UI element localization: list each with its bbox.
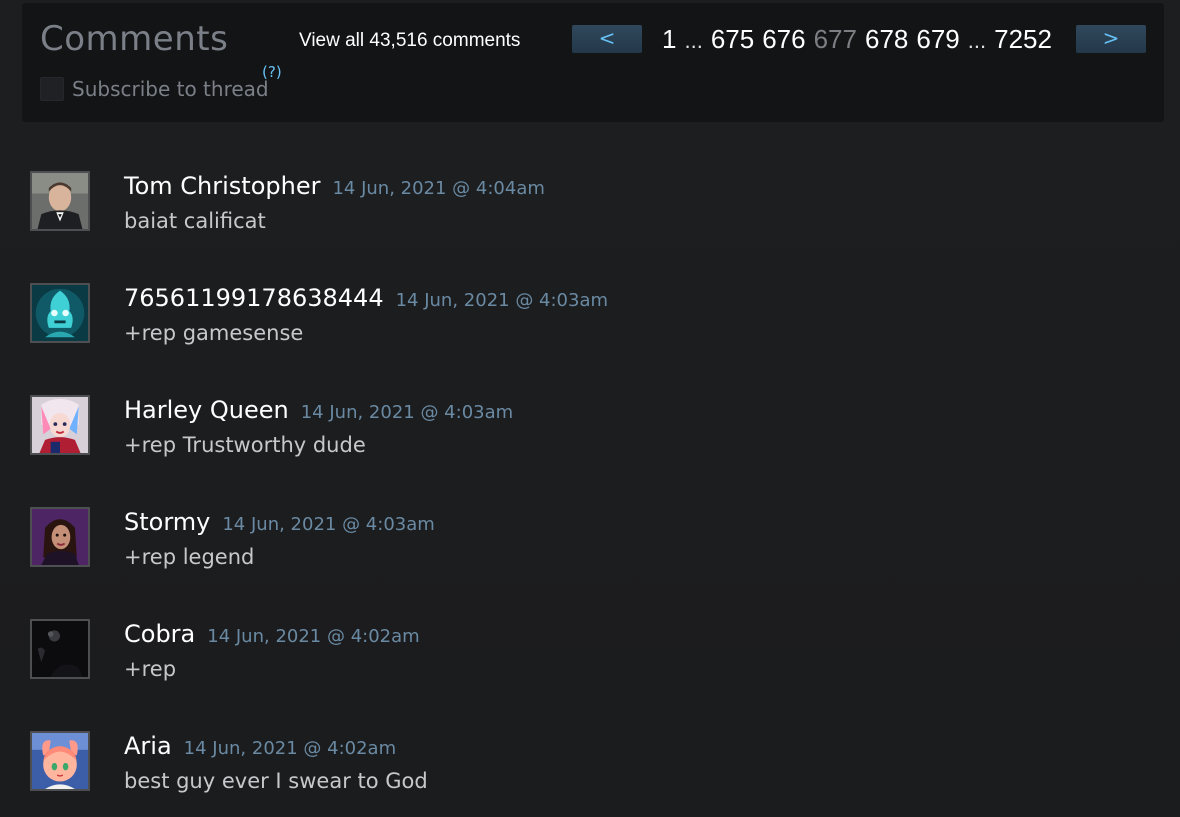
comment-text: +rep legend bbox=[124, 545, 255, 569]
avatar-image bbox=[32, 173, 88, 229]
comment-item: 76561199178638444 14 Jun, 2021 @ 4:03am +… bbox=[30, 283, 1130, 353]
anime-girl-avatar[interactable] bbox=[30, 731, 90, 791]
author-name[interactable]: Stormy bbox=[124, 508, 210, 536]
comment-timestamp: 14 Jun, 2021 @ 4:03am bbox=[395, 290, 609, 311]
comment-author[interactable]: Tom Christopher 14 Jun, 2021 @ 4:04am bbox=[124, 171, 545, 204]
author-name[interactable]: Aria bbox=[124, 732, 172, 760]
current-page: 677 bbox=[813, 24, 857, 54]
avatar-image bbox=[32, 509, 88, 565]
author-name[interactable]: Cobra bbox=[124, 620, 195, 648]
page-ellipsis: ... bbox=[967, 28, 987, 53]
comment-author[interactable]: Cobra 14 Jun, 2021 @ 4:02am bbox=[124, 619, 420, 652]
page-link-676[interactable]: 676 bbox=[762, 23, 805, 55]
subscribe-toggle[interactable]: Subscribe to thread bbox=[40, 77, 269, 101]
subscribe-label: Subscribe to thread bbox=[72, 77, 269, 101]
comment-author[interactable]: 76561199178638444 14 Jun, 2021 @ 4:03am bbox=[124, 283, 608, 316]
cyan-robot-avatar[interactable] bbox=[30, 283, 90, 343]
comment-timestamp: 14 Jun, 2021 @ 4:03am bbox=[300, 402, 514, 423]
chevron-left-icon: < bbox=[598, 26, 616, 50]
pagination: 1 ... 675 676 677 678 679 ... 7252 bbox=[662, 23, 1060, 55]
page-link-1[interactable]: 1 bbox=[662, 23, 676, 55]
page-link-675[interactable]: 675 bbox=[711, 23, 754, 55]
comment-author[interactable]: Harley Queen 14 Jun, 2021 @ 4:03am bbox=[124, 395, 513, 428]
page-link-679[interactable]: 679 bbox=[916, 23, 959, 55]
harley-quinn-avatar[interactable] bbox=[30, 395, 90, 455]
comment-text: best guy ever I swear to God bbox=[124, 769, 428, 793]
comment-timestamp: 14 Jun, 2021 @ 4:02am bbox=[183, 738, 397, 759]
chevron-right-icon: > bbox=[1102, 26, 1120, 50]
woman-portrait-avatar[interactable] bbox=[30, 507, 90, 567]
comment-item: Tom Christopher 14 Jun, 2021 @ 4:04am bai… bbox=[30, 171, 1130, 241]
man-in-suit-avatar[interactable] bbox=[30, 171, 90, 231]
comment-timestamp: 14 Jun, 2021 @ 4:04am bbox=[332, 178, 545, 199]
avatar-image bbox=[32, 397, 88, 453]
comments-header: Comments View all 43,516 comments < 1 ..… bbox=[22, 3, 1164, 122]
comment-item: Stormy 14 Jun, 2021 @ 4:03am +rep legend bbox=[30, 507, 1130, 577]
comment-timestamp: 14 Jun, 2021 @ 4:03am bbox=[222, 514, 435, 535]
prev-page-button[interactable]: < bbox=[572, 25, 642, 53]
comment-item: Harley Queen 14 Jun, 2021 @ 4:03am +rep T… bbox=[30, 395, 1130, 465]
page-link-7252[interactable]: 7252 bbox=[994, 23, 1052, 55]
comments-title: Comments bbox=[40, 19, 229, 59]
avatar-image bbox=[32, 621, 88, 677]
comment-timestamp: 14 Jun, 2021 @ 4:02am bbox=[207, 626, 420, 647]
subscribe-checkbox[interactable] bbox=[40, 77, 64, 101]
comment-text: baiat calificat bbox=[124, 209, 266, 233]
page-ellipsis: ... bbox=[684, 28, 703, 53]
comment-author[interactable]: Stormy 14 Jun, 2021 @ 4:03am bbox=[124, 507, 435, 540]
dark-figure-avatar[interactable] bbox=[30, 619, 90, 679]
comment-text: +rep bbox=[124, 657, 177, 681]
help-link[interactable]: (?) bbox=[262, 63, 282, 81]
author-name[interactable]: Tom Christopher bbox=[124, 172, 320, 200]
author-name[interactable]: Harley Queen bbox=[124, 396, 289, 424]
comment-author[interactable]: Aria 14 Jun, 2021 @ 4:02am bbox=[124, 731, 396, 764]
comment-text: +rep Trustworthy dude bbox=[124, 433, 366, 457]
comment-text: +rep gamesense bbox=[124, 321, 304, 345]
next-page-button[interactable]: > bbox=[1076, 25, 1146, 53]
author-name[interactable]: 76561199178638444 bbox=[124, 284, 384, 312]
comment-item: Aria 14 Jun, 2021 @ 4:02am best guy ever … bbox=[30, 731, 1130, 801]
avatar-image bbox=[32, 733, 88, 789]
avatar-image bbox=[32, 285, 88, 341]
view-all-comments-link[interactable]: View all 43,516 comments bbox=[299, 29, 520, 53]
comment-item: Cobra 14 Jun, 2021 @ 4:02am +rep bbox=[30, 619, 1130, 689]
page-link-678[interactable]: 678 bbox=[865, 23, 908, 55]
